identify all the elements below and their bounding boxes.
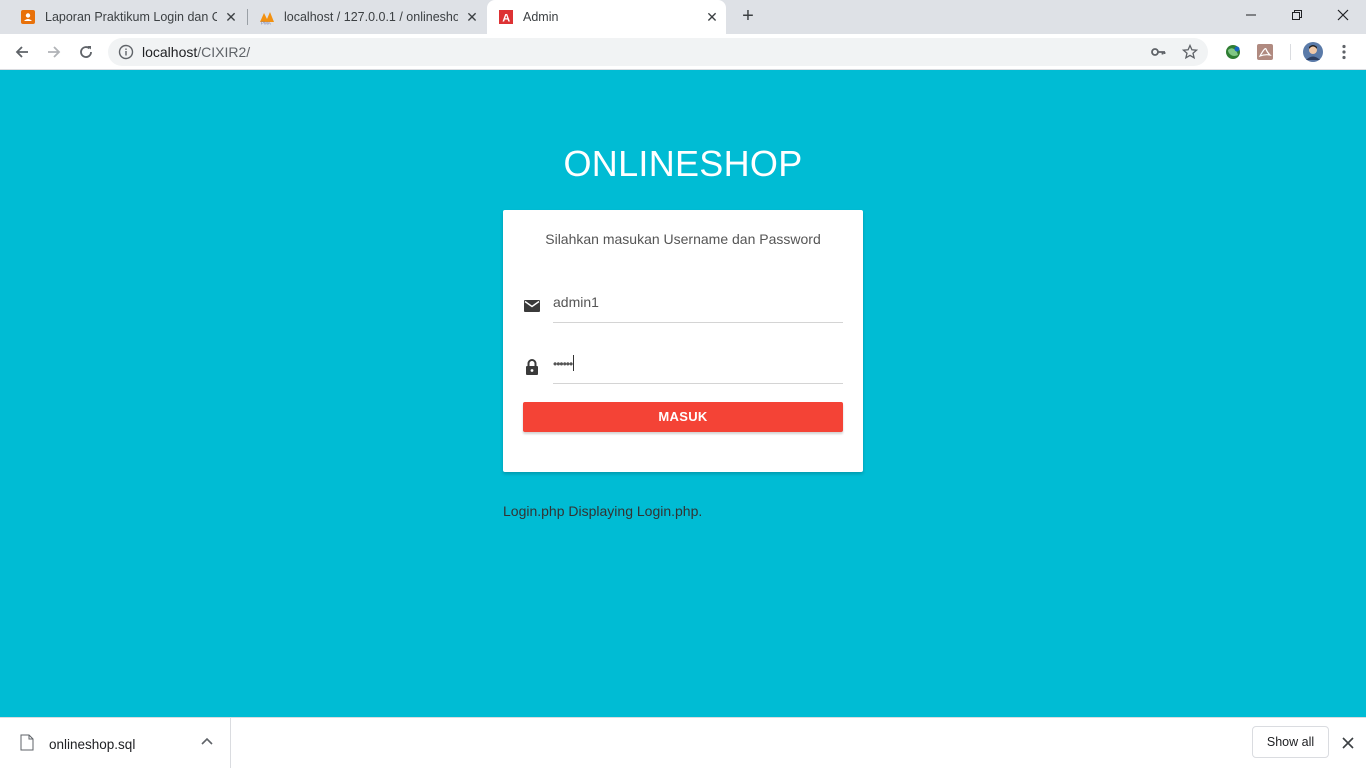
google-docs-icon bbox=[20, 9, 36, 25]
chevron-up-icon[interactable] bbox=[199, 733, 215, 749]
url-text: localhost/CIXIR2/ bbox=[142, 44, 250, 60]
info-icon[interactable] bbox=[118, 44, 134, 60]
more-menu-icon[interactable] bbox=[1335, 43, 1353, 61]
tab-close-icon[interactable]: ✕ bbox=[704, 9, 720, 25]
tab-phpmyadmin[interactable]: PMA localhost / 127.0.0.1 / onlineshop ✕ bbox=[248, 0, 486, 34]
avatar[interactable] bbox=[1302, 41, 1324, 63]
download-item[interactable]: onlineshop.sql bbox=[0, 718, 231, 768]
download-shelf: onlineshop.sql Show all bbox=[0, 717, 1366, 768]
toolbar-separator bbox=[1290, 44, 1291, 60]
url-path: /CIXIR2/ bbox=[197, 44, 251, 60]
tab-close-icon[interactable]: ✕ bbox=[464, 9, 480, 25]
tab-title: Laporan Praktikum Login dan CR bbox=[45, 10, 217, 24]
globe-extension-icon[interactable] bbox=[1224, 43, 1242, 61]
close-icon[interactable] bbox=[1339, 734, 1357, 752]
forward-button[interactable] bbox=[42, 40, 66, 64]
password-field: •••••• bbox=[523, 348, 843, 388]
browser-toolbar: localhost/CIXIR2/ bbox=[0, 34, 1366, 70]
reload-icon bbox=[80, 46, 92, 58]
tab-title: Admin bbox=[523, 10, 559, 24]
tab-laporan[interactable]: Laporan Praktikum Login dan CR ✕ bbox=[8, 0, 245, 34]
submit-button[interactable]: MASUK bbox=[523, 402, 843, 432]
minimize-button[interactable] bbox=[1228, 0, 1274, 30]
star-icon[interactable] bbox=[1182, 44, 1198, 60]
restore-button[interactable] bbox=[1274, 0, 1320, 30]
username-input[interactable]: admin1 bbox=[553, 287, 843, 323]
new-tab-button[interactable]: + bbox=[736, 5, 760, 29]
arrow-right-icon bbox=[48, 46, 61, 58]
file-icon bbox=[20, 734, 34, 751]
login-message: Silahkan masukan Username dan Password bbox=[545, 231, 821, 247]
download-file-name: onlineshop.sql bbox=[49, 737, 136, 752]
tab-title: localhost / 127.0.0.1 / onlineshop bbox=[284, 10, 458, 24]
tab-close-icon[interactable]: ✕ bbox=[223, 9, 239, 25]
pdf-extension-icon[interactable] bbox=[1256, 43, 1274, 61]
login-card: Silahkan masukan Username dan Password a… bbox=[503, 210, 863, 472]
back-button[interactable] bbox=[10, 40, 34, 64]
username-field: admin1 bbox=[523, 287, 843, 327]
tab-admin[interactable]: A Admin ✕ bbox=[487, 0, 726, 34]
window-close-button[interactable] bbox=[1320, 0, 1366, 30]
url-host: localhost bbox=[142, 44, 198, 60]
angular-icon: A bbox=[498, 9, 514, 25]
brand-title: ONLINESHOP bbox=[563, 143, 803, 184]
email-icon bbox=[523, 297, 541, 315]
address-bar[interactable]: localhost/CIXIR2/ bbox=[108, 38, 1208, 66]
phpmyadmin-icon: PMA bbox=[259, 9, 275, 25]
show-all-button[interactable]: Show all bbox=[1252, 726, 1329, 758]
password-input[interactable]: •••••• bbox=[553, 348, 843, 384]
text-caret bbox=[573, 355, 575, 371]
svg-text:A: A bbox=[502, 13, 510, 25]
footer-note: Login.php Displaying Login.php. bbox=[503, 503, 703, 519]
tab-strip: Laporan Praktikum Login dan CR ✕ PMA loc… bbox=[0, 0, 1366, 34]
svg-text:PMA: PMA bbox=[261, 21, 271, 26]
password-mask: •••••• bbox=[553, 357, 573, 371]
arrow-left-icon bbox=[15, 46, 28, 58]
key-icon[interactable] bbox=[1150, 44, 1166, 60]
lock-icon bbox=[523, 358, 541, 376]
reload-button[interactable] bbox=[74, 40, 98, 64]
